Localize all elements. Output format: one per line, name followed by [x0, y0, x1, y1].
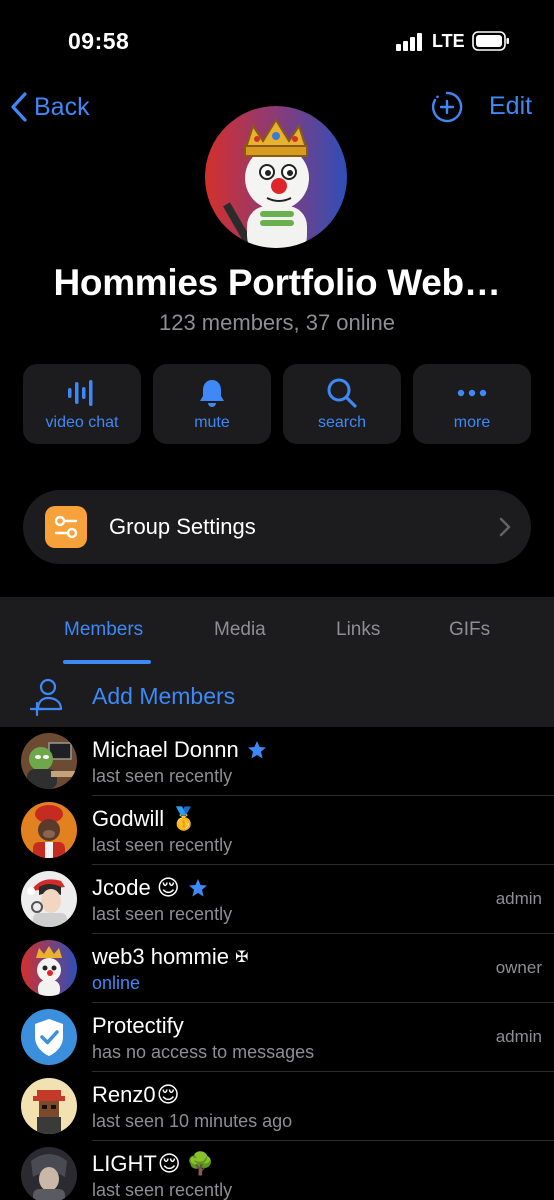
media-tabs: Members Media Links GIFs [0, 597, 554, 665]
network-type: LTE [432, 31, 465, 51]
member-status: last seen recently [92, 1180, 233, 1200]
action-buttons: video chat mute search more [23, 364, 531, 444]
settings-toggles-icon [45, 506, 87, 548]
member-name: Jcode 😌 [92, 875, 208, 901]
back-button[interactable]: Back [10, 92, 90, 122]
group-subtitle: 123 members, 37 online [158, 310, 396, 335]
group-avatar[interactable] [205, 106, 347, 248]
more-label: more [453, 414, 491, 431]
signal-icon [396, 33, 424, 51]
avatar [21, 1078, 77, 1134]
member-role: admin [495, 889, 542, 908]
member-name: Renz0 😌 [92, 1082, 180, 1107]
tab-indicator [63, 660, 151, 664]
video-chat-button[interactable]: video chat [23, 364, 141, 444]
member-role: admin [495, 1027, 542, 1046]
tab-members[interactable]: Members [64, 619, 143, 641]
medal-emoji: 🥇 [170, 806, 198, 831]
list-item[interactable]: web3 hommie ✠ online owner [0, 934, 554, 1003]
tab-gifs[interactable]: GIFs [449, 619, 490, 641]
add-members-button[interactable]: Add Members [0, 665, 554, 727]
avatar [21, 802, 77, 858]
member-name: web3 hommie ✠ [92, 944, 249, 969]
group-settings-row[interactable]: Group Settings [23, 490, 531, 564]
search-button[interactable]: search [283, 364, 401, 444]
back-label: Back [34, 92, 90, 121]
avatar [21, 733, 77, 789]
relieved-face-emoji: 😌 [156, 875, 180, 900]
relieved-face-tree-emoji: 😌 🌳 [157, 1151, 215, 1176]
member-status: last seen recently [92, 835, 233, 855]
video-chat-label: video chat [45, 414, 119, 431]
list-item[interactable]: Godwill 🥇 last seen recently [0, 796, 554, 865]
status-time: 09:58 [68, 28, 130, 54]
waveform-icon [68, 380, 93, 406]
avatar [21, 1147, 77, 1200]
member-name: Michael Donnn [92, 737, 267, 763]
avatar [21, 1009, 77, 1065]
member-status: last seen recently [92, 904, 233, 924]
member-role: owner [495, 958, 542, 977]
list-item[interactable]: Jcode 😌 last seen recently admin [0, 865, 554, 934]
group-settings-label: Group Settings [109, 514, 256, 539]
battery-icon [472, 31, 509, 51]
tab-media[interactable]: Media [214, 619, 266, 641]
member-list: Michael Donnn last seen recently Godwill… [0, 727, 554, 1200]
star-badge-icon [247, 741, 266, 759]
mute-button[interactable]: mute [153, 364, 271, 444]
list-item[interactable]: Renz0 😌 last seen 10 minutes ago [0, 1072, 554, 1141]
mute-label: mute [194, 414, 230, 431]
status-bar: 09:58 LTE [0, 0, 554, 70]
bell-icon [200, 380, 224, 407]
member-status: last seen 10 minutes ago [92, 1111, 293, 1131]
search-label: search [317, 414, 367, 431]
list-item[interactable]: LIGHT 😌 🌳 last seen recently [0, 1141, 554, 1200]
edit-button[interactable]: Edit [489, 92, 532, 121]
tab-links[interactable]: Links [336, 619, 380, 641]
chevron-left-icon [11, 92, 27, 122]
member-status: online [92, 973, 141, 993]
more-button[interactable]: more [413, 364, 531, 444]
list-item[interactable]: Michael Donnn last seen recently [0, 727, 554, 796]
ellipsis-icon [457, 389, 487, 397]
relieved-face-emoji: 😌 [156, 1082, 180, 1107]
add-person-icon [30, 678, 63, 717]
group-title: Hommies Portfolio Web… [53, 262, 501, 303]
member-name: Protectify [92, 1013, 184, 1038]
member-status: has no access to messages [92, 1042, 315, 1062]
chevron-right-icon [499, 517, 511, 537]
avatar [21, 871, 77, 927]
star-badge-icon [188, 879, 207, 897]
search-icon [327, 378, 357, 408]
add-story-icon[interactable] [430, 90, 464, 124]
cross-symbol: ✠ [234, 949, 249, 966]
list-item[interactable]: Protectify has no access to messages adm… [0, 1003, 554, 1072]
member-name: LIGHT 😌 🌳 [92, 1151, 215, 1176]
add-members-label: Add Members [92, 683, 236, 709]
member-status: last seen recently [92, 766, 233, 786]
member-name: Godwill 🥇 [92, 806, 198, 831]
avatar [21, 940, 77, 996]
